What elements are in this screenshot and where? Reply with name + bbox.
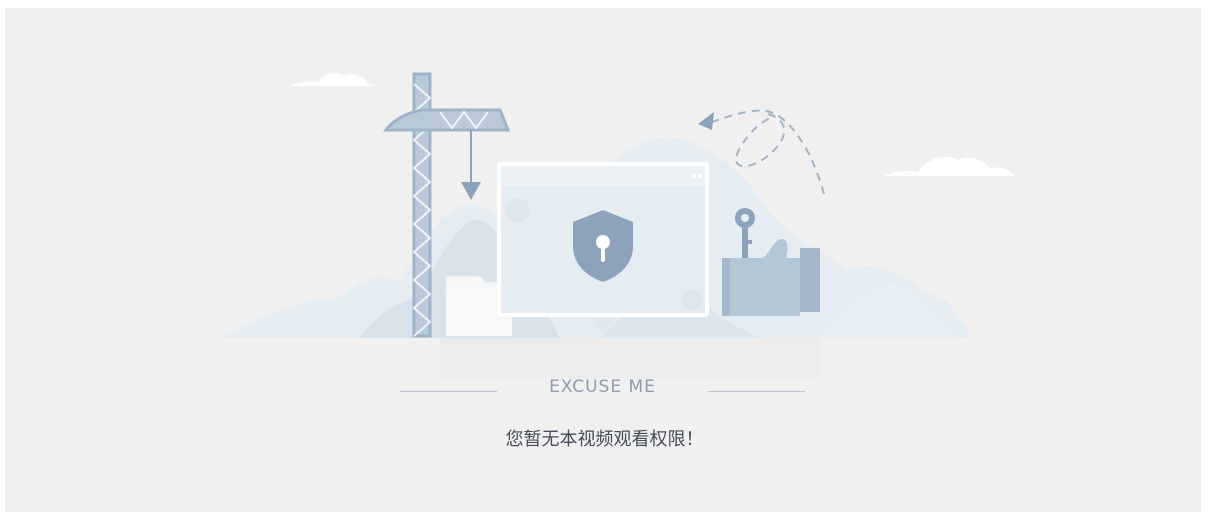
divider-left	[400, 391, 497, 392]
divider-right	[708, 391, 805, 392]
cloud-icon	[884, 156, 1015, 176]
notice-heading-row: EXCUSE ME	[0, 377, 1209, 403]
notice-heading: EXCUSE ME	[549, 377, 656, 397]
arrow-head-icon	[698, 112, 714, 130]
permission-denied-message: 您暂无本视频观看权限！	[505, 429, 704, 450]
cloud-icon	[290, 73, 378, 86]
ground-reflection	[440, 338, 820, 378]
